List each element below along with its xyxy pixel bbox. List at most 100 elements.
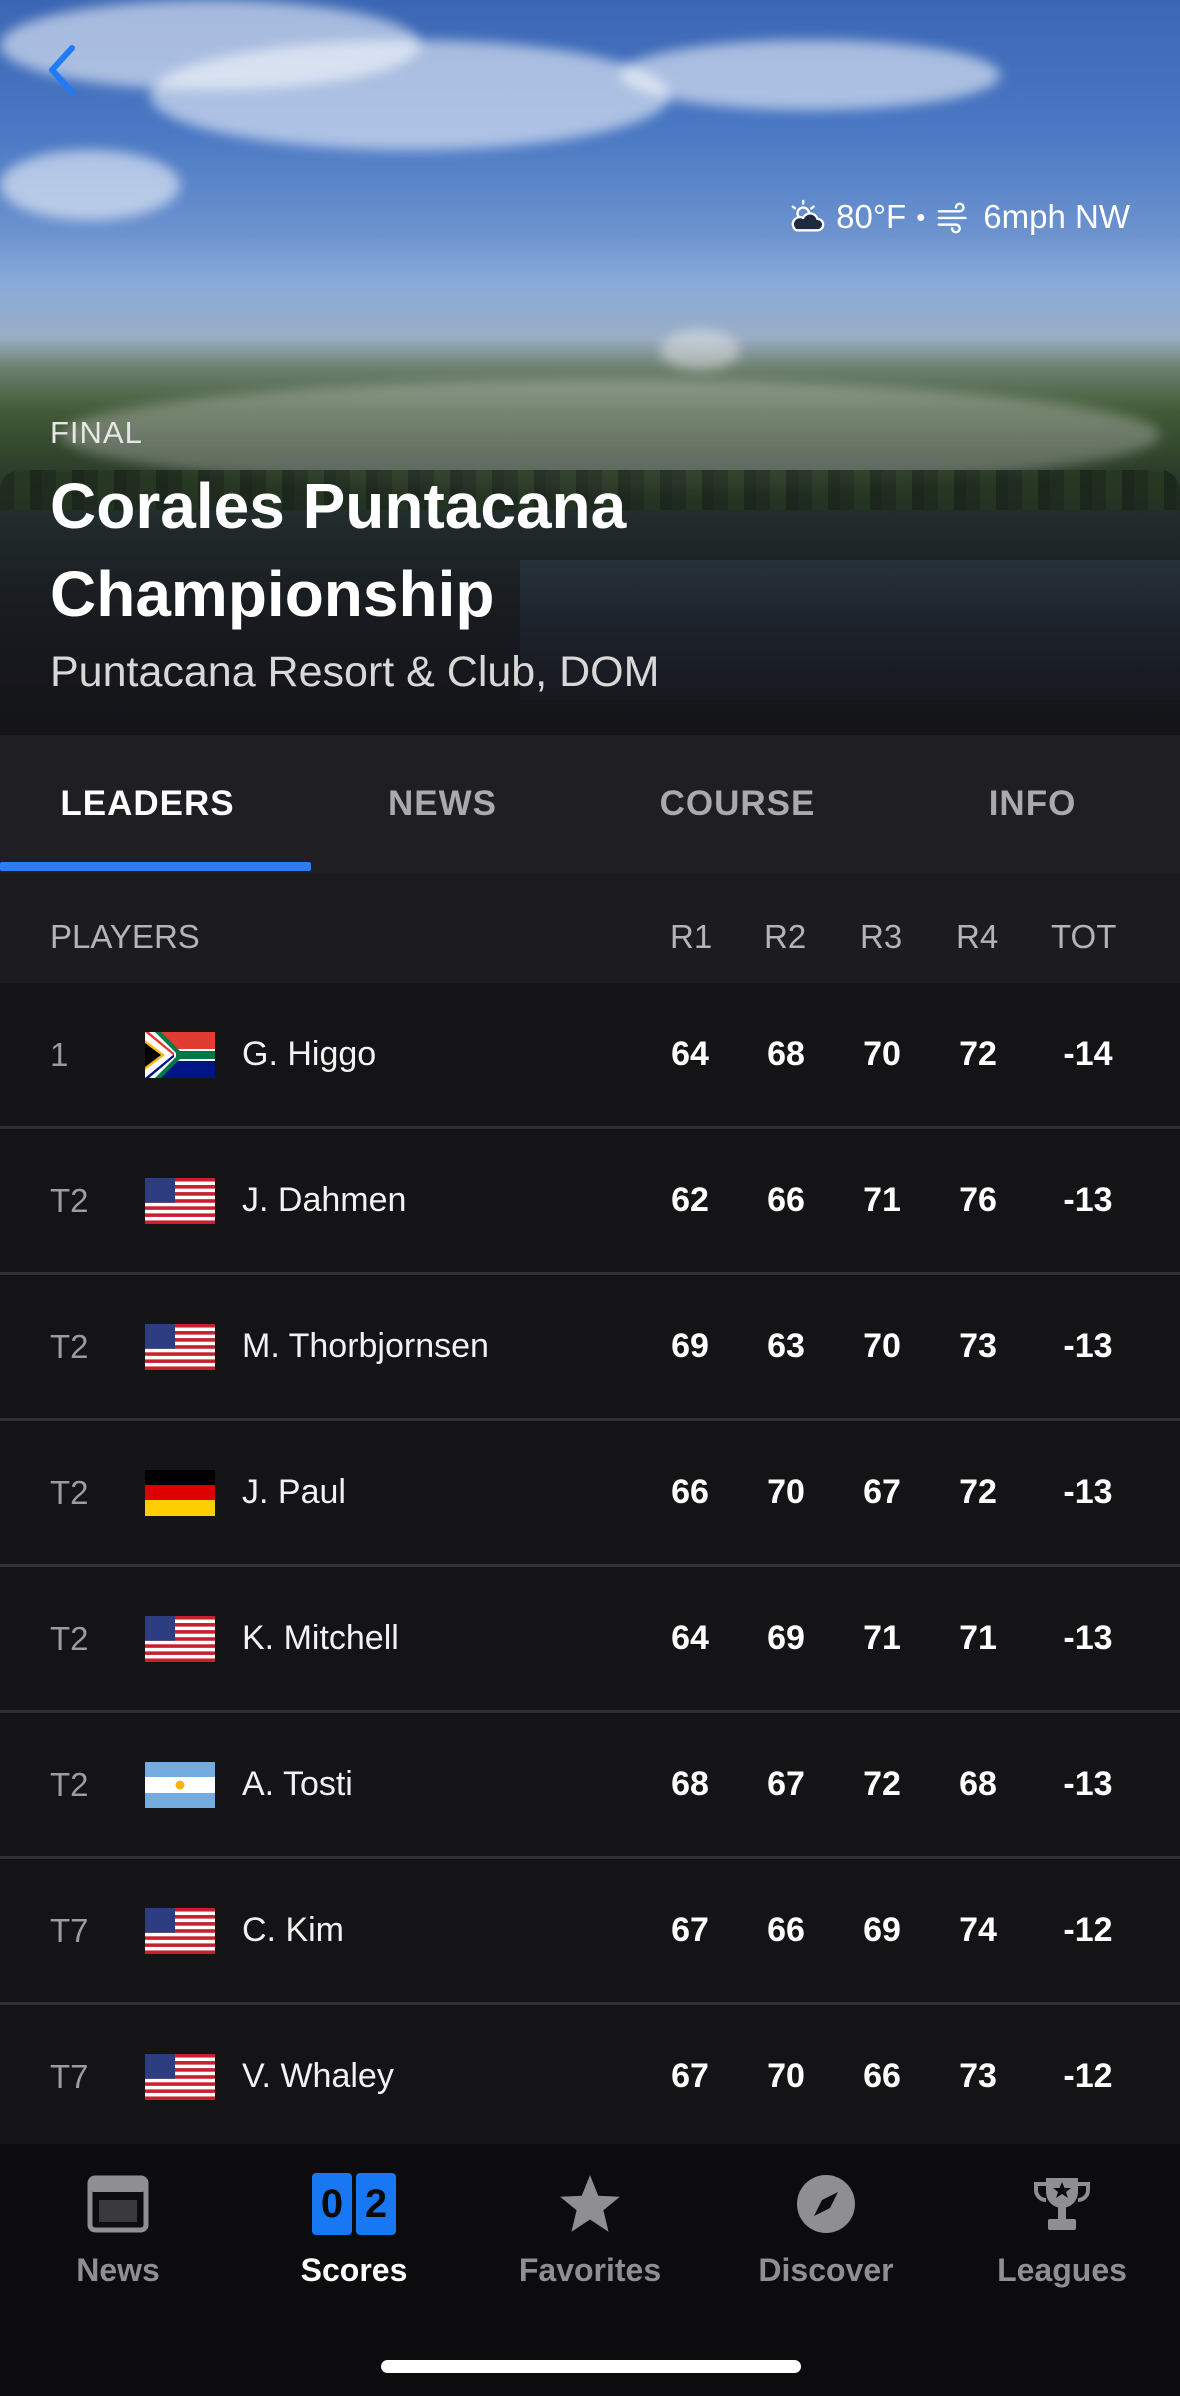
nav-scores[interactable]: 02 Scores [236,2168,472,2289]
score-total: -13 [1063,1473,1113,1511]
leaderboard-row[interactable]: T2 K. Mitchell 64 69 71 71 -13 [0,1567,1180,1713]
nav-scores-label: Scores [300,2252,408,2288]
partly-cloudy-icon [791,199,825,232]
tab-news[interactable]: NEWS [295,735,590,873]
cloud [150,40,670,150]
cloud [620,40,1000,110]
player-position: T2 [50,1328,89,1365]
tab-bar: LEADERS NEWS COURSE INFO [0,735,1180,873]
country-flag [145,1324,215,1370]
country-flag [145,1470,215,1516]
back-button[interactable] [44,40,84,100]
header-r3: R3 [860,918,903,955]
score-r1: 68 [671,1765,709,1803]
score-r4: 74 [959,1911,997,1949]
score-r3: 66 [863,2057,901,2095]
usa-flag-icon [145,1908,215,1954]
weather-info: 80°F • 6mph NW [788,198,1130,236]
event-title: Corales Puntacana Championship [50,470,627,630]
score-r3: 70 [863,1327,901,1365]
nav-favorites-label: Favorites [518,2252,662,2288]
score-r3: 72 [863,1765,901,1803]
event-status: FINAL [50,415,143,450]
weather-separator: • [916,201,926,232]
usa-flag-icon [145,2054,215,2100]
player-name: J. Paul [242,1473,346,1511]
leaderboard-row[interactable]: T7 V. Whaley 67 70 66 73 -12 [0,2005,1180,2151]
news-icon [82,2168,154,2240]
compass-icon [790,2168,862,2240]
bottom-nav: News 02 Scores Favorites Discover League… [0,2144,1180,2396]
leaderboard-row[interactable]: T2 M. Thorbjornsen 69 63 70 73 -13 [0,1275,1180,1421]
score-total: -13 [1063,1327,1113,1365]
score-r4: 72 [959,1035,997,1073]
score-total: -12 [1063,2057,1113,2095]
wind-icon [937,202,967,234]
temperature: 80°F [836,198,907,235]
scores-digit: 0 [312,2173,352,2235]
player-position: T2 [50,1182,89,1219]
score-r4: 71 [959,1619,997,1657]
score-r4: 73 [959,1327,997,1365]
score-r4: 76 [959,1181,997,1219]
leaderboard-row[interactable]: T2 J. Paul 66 70 67 72 -13 [0,1421,1180,1567]
score-r2: 68 [767,1035,805,1073]
score-r4: 73 [959,2057,997,2095]
country-flag [145,1178,215,1224]
score-r3: 69 [863,1911,901,1949]
score-r2: 70 [767,2057,805,2095]
tab-info[interactable]: INFO [885,735,1180,873]
trophy-icon [1026,2168,1098,2240]
score-r1: 67 [671,1911,709,1949]
score-total: -13 [1063,1619,1113,1657]
score-r2: 66 [767,1911,805,1949]
player-name: V. Whaley [242,2057,394,2095]
player-position: T2 [50,1474,89,1511]
tab-leaders[interactable]: LEADERS [0,735,295,873]
nav-discover[interactable]: Discover [708,2168,944,2289]
country-flag [145,1032,215,1078]
scores-digit: 2 [356,2173,396,2235]
score-r2: 67 [767,1765,805,1803]
player-name: K. Mitchell [242,1619,399,1657]
leaderboard-row[interactable]: T7 C. Kim 67 66 69 74 -12 [0,1859,1180,2005]
nav-favorites[interactable]: Favorites [472,2168,708,2289]
score-r4: 72 [959,1473,997,1511]
nav-leagues-label: Leagues [997,2252,1127,2288]
score-r1: 64 [671,1619,709,1657]
header-r1: R1 [670,918,713,955]
home-indicator[interactable] [381,2360,801,2373]
player-position: T2 [50,1766,89,1803]
header-r4: R4 [956,918,999,955]
chevron-left-icon [49,45,75,95]
country-flag [145,1762,215,1808]
player-position: T7 [50,1912,89,1949]
score-r1: 62 [671,1181,709,1219]
nav-leagues[interactable]: Leagues [944,2168,1180,2289]
argentina-flag-icon [145,1762,215,1808]
score-r1: 69 [671,1327,709,1365]
nav-news-label: News [76,2252,160,2288]
player-position: 1 [50,1036,69,1073]
header-r2: R2 [764,918,807,955]
germany-flag-icon [145,1470,215,1516]
score-total: -14 [1063,1035,1113,1073]
score-r2: 70 [767,1473,805,1511]
score-total: -13 [1063,1181,1113,1219]
nav-news[interactable]: News [0,2168,236,2289]
leaderboard-row[interactable]: 1 G. Higgo 64 68 70 72 -14 [0,983,1180,1129]
player-name: G. Higgo [242,1035,377,1073]
score-r2: 63 [767,1327,805,1365]
tab-course[interactable]: COURSE [590,735,885,873]
wind-speed: 6mph NW [983,198,1130,235]
leaderboard-list: 1 G. Higgo 64 68 70 72 -14 T2 J. Dahmen … [0,983,1180,2151]
country-flag [145,2054,215,2100]
player-name: J. Dahmen [242,1181,407,1219]
country-flag [145,1908,215,1954]
leaderboard-row[interactable]: T2 A. Tosti 68 67 72 68 -13 [0,1713,1180,1859]
leaderboard-row[interactable]: T2 J. Dahmen 62 66 71 76 -13 [0,1129,1180,1275]
player-name: M. Thorbjornsen [242,1327,489,1365]
player-position: T7 [50,2058,89,2095]
score-r4: 68 [959,1765,997,1803]
event-venue: Puntacana Resort & Club, DOM [50,648,660,696]
